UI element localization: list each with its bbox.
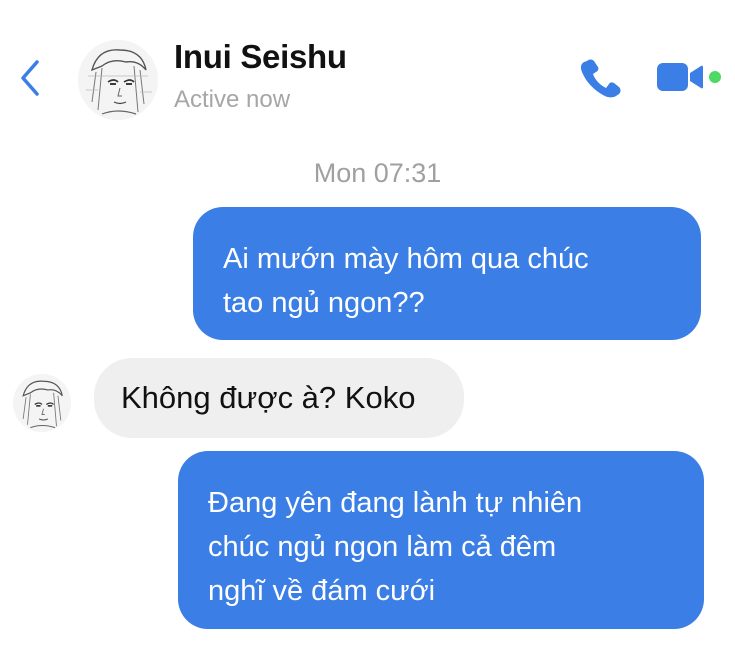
voice-call-button[interactable] bbox=[578, 56, 624, 98]
avatar-sketch-icon bbox=[78, 40, 158, 120]
outgoing-message-bubble[interactable]: Đang yên đang lành tự nhiên chúc ngủ ngo… bbox=[178, 451, 704, 629]
video-call-button[interactable] bbox=[655, 58, 725, 98]
video-camera-icon bbox=[657, 63, 721, 91]
outgoing-message-bubble[interactable]: Ai mướn mày hôm qua chúc tao ngủ ngon?? bbox=[193, 207, 701, 340]
active-status: Active now bbox=[174, 86, 291, 113]
online-indicator bbox=[709, 71, 721, 83]
contact-name[interactable]: Inui Seishu bbox=[174, 38, 347, 76]
phone-icon bbox=[580, 59, 621, 98]
message-text: Ai mướn mày hôm qua chúc tao ngủ ngon?? bbox=[223, 243, 589, 319]
avatar-sketch-icon bbox=[13, 374, 71, 432]
incoming-message-bubble[interactable]: Không được à? Koko bbox=[94, 358, 464, 438]
contact-avatar[interactable] bbox=[78, 40, 158, 120]
chevron-left-icon bbox=[21, 60, 39, 96]
sender-avatar[interactable] bbox=[13, 374, 71, 432]
message-text: Đang yên đang lành tự nhiên chúc ngủ ngo… bbox=[208, 487, 583, 607]
back-button[interactable] bbox=[14, 56, 46, 100]
message-timestamp: Mon 07:31 bbox=[313, 158, 442, 188]
chat-screen: Inui Seishu Active now Mon 07:31 Ai mướn… bbox=[0, 0, 735, 655]
message-text: Không được à? Koko bbox=[121, 380, 416, 415]
